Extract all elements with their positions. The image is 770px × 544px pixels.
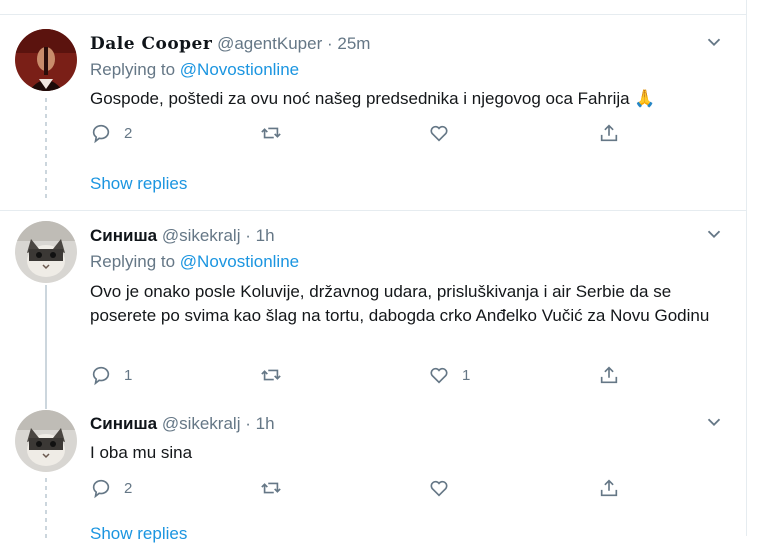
separator-dot: · [245, 414, 251, 433]
timeline: Dale Cooper @agentKuper · 25m Replying t… [0, 0, 747, 543]
tweet[interactable]: Dale Cooper @agentKuper · 25m Replying t… [0, 0, 746, 210]
thread-line [45, 478, 47, 538]
heart-icon [430, 480, 448, 497]
retweet-icon [261, 482, 281, 494]
handle[interactable]: @agentKuper [217, 34, 322, 53]
reply-button[interactable]: 1 [90, 363, 132, 387]
separator-dot: · [326, 34, 333, 53]
retweet-button[interactable] [260, 476, 294, 500]
tweet-actions: 2 [90, 476, 650, 500]
replying-to: Replying to @Novostionline [90, 252, 299, 272]
like-button[interactable] [428, 476, 462, 500]
like-button[interactable]: 1 [428, 363, 470, 387]
reply-count: 2 [124, 479, 133, 497]
retweet-button[interactable] [260, 363, 294, 387]
avatar[interactable] [15, 29, 77, 91]
thread-line [45, 98, 47, 202]
tweet-text: I oba mu sina [90, 443, 193, 462]
thread-line [45, 285, 47, 409]
reply-button[interactable]: 2 [90, 476, 132, 500]
handle[interactable]: @sikekralj [162, 414, 241, 433]
mention-link[interactable]: @Novostionline [180, 252, 299, 271]
reply-icon [92, 366, 110, 386]
tweet-header: Синиша @sikekralj · 1h [90, 226, 275, 246]
tweet-header: Синиша @sikekralj · 1h [90, 414, 275, 434]
show-replies-link[interactable]: Show replies [90, 174, 187, 194]
separator-dot: · [245, 226, 251, 245]
reply-icon [92, 479, 110, 499]
heart-icon [430, 367, 448, 384]
tweet-text: Gospode, poštedi za ovu noć našeg predse… [90, 87, 730, 111]
replying-to-label: Replying to [90, 252, 176, 271]
replying-to: Replying to @Novostionline [90, 60, 299, 80]
like-button[interactable] [428, 121, 462, 145]
share-button[interactable] [598, 363, 620, 387]
display-name[interactable]: Синиша [90, 414, 157, 433]
timestamp[interactable]: 1h [256, 414, 275, 433]
reply-button[interactable]: 2 [90, 121, 132, 145]
replying-to-label: Replying to [90, 60, 176, 79]
reply-count: 2 [124, 124, 133, 142]
display-name[interactable]: Dale Cooper [90, 34, 212, 54]
tweet-text: Ovo je onako posle Koluvije, državnog ud… [90, 282, 710, 325]
chevron-down-icon[interactable] [703, 411, 725, 433]
handle[interactable]: @sikekralj [162, 226, 241, 245]
timestamp[interactable]: 25m [337, 34, 370, 53]
show-replies-link[interactable]: Show replies [90, 524, 187, 544]
reply-count: 1 [124, 366, 133, 384]
share-icon [600, 479, 618, 497]
retweet-icon [261, 369, 281, 381]
tweet-header: Dale Cooper @agentKuper · 25m [90, 34, 370, 54]
share-icon [600, 366, 618, 384]
reply-icon [92, 124, 110, 144]
tweet[interactable]: Синиша @sikekralj · 1h Replying to @Novo… [0, 211, 746, 409]
chevron-down-icon[interactable] [703, 223, 725, 245]
avatar[interactable] [15, 221, 77, 283]
share-button[interactable] [598, 476, 620, 500]
retweet-icon [261, 127, 281, 139]
share-icon [600, 124, 618, 142]
avatar[interactable] [15, 410, 77, 472]
tweet-actions: 2 [90, 121, 650, 145]
like-count: 1 [462, 366, 471, 384]
retweet-button[interactable] [260, 121, 294, 145]
display-name[interactable]: Синиша [90, 226, 157, 245]
folded-hands-emoji: 🙏 [634, 89, 656, 108]
tweet[interactable]: Синиша @sikekralj · 1h I oba mu sina 2 S… [0, 402, 746, 543]
tweet-text-content: Gospode, poštedi za ovu noć našeg predse… [90, 89, 630, 108]
timestamp[interactable]: 1h [256, 226, 275, 245]
chevron-down-icon[interactable] [703, 31, 725, 53]
tweet-actions: 1 1 [90, 363, 650, 387]
share-button[interactable] [598, 121, 620, 145]
heart-icon [430, 125, 448, 142]
mention-link[interactable]: @Novostionline [180, 60, 299, 79]
